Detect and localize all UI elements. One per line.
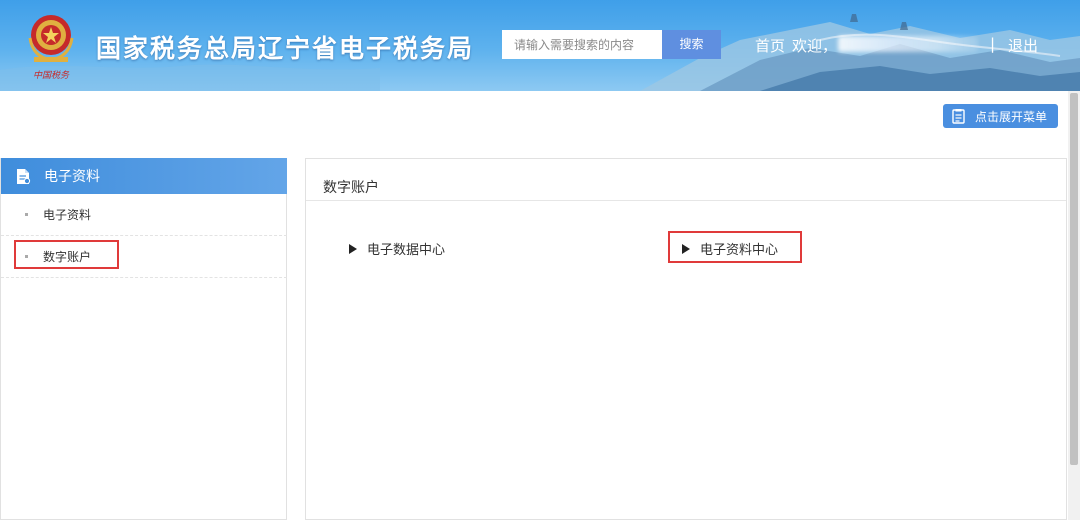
highlight-box-sidebar: [14, 240, 119, 269]
expand-menu-button[interactable]: 点击展开菜单: [943, 104, 1058, 128]
header-banner: 中国税务 国家税务总局辽宁省电子税务局 搜索 首页 欢迎， | 退出: [0, 0, 1080, 91]
panel-divider: [306, 200, 1066, 201]
menu-document-icon: [952, 108, 965, 124]
sidebar-item-electronic-data[interactable]: 电子资料: [1, 194, 287, 236]
highlight-box-main: [668, 231, 802, 263]
nav-separator: |: [990, 35, 996, 53]
document-file-icon: [17, 168, 31, 184]
emblem-caption: 中国税务: [33, 70, 70, 81]
expand-menu-label: 点击展开菜单: [975, 109, 1048, 124]
scrollbar-thumb[interactable]: [1070, 93, 1078, 465]
link-label: 电子数据中心: [367, 243, 446, 258]
panel-title: 数字账户: [323, 180, 379, 196]
nav-home-link[interactable]: 首页: [755, 35, 785, 56]
triangle-right-icon: [349, 243, 357, 254]
main-panel: 数字账户 电子数据中心 电子资料中心: [305, 158, 1067, 520]
sidebar-header[interactable]: 电子资料: [1, 158, 287, 194]
left-sidebar: 电子资料 电子资料 数字账户: [0, 158, 287, 520]
search-input[interactable]: [502, 30, 662, 59]
welcome-text: 欢迎，: [792, 37, 838, 55]
username-redacted: [838, 36, 978, 52]
site-title: 国家税务总局辽宁省电子税务局: [96, 34, 475, 63]
bullet-icon: [25, 213, 28, 216]
logout-link[interactable]: 退出: [1008, 35, 1038, 56]
sidebar-header-label: 电子资料: [44, 169, 100, 185]
tax-bureau-emblem-icon: 中国税务: [28, 15, 74, 81]
sidebar-item-label: 电子资料: [43, 208, 92, 222]
search-button[interactable]: 搜索: [662, 30, 721, 59]
link-electronic-data-center[interactable]: 电子数据中心: [349, 239, 445, 258]
